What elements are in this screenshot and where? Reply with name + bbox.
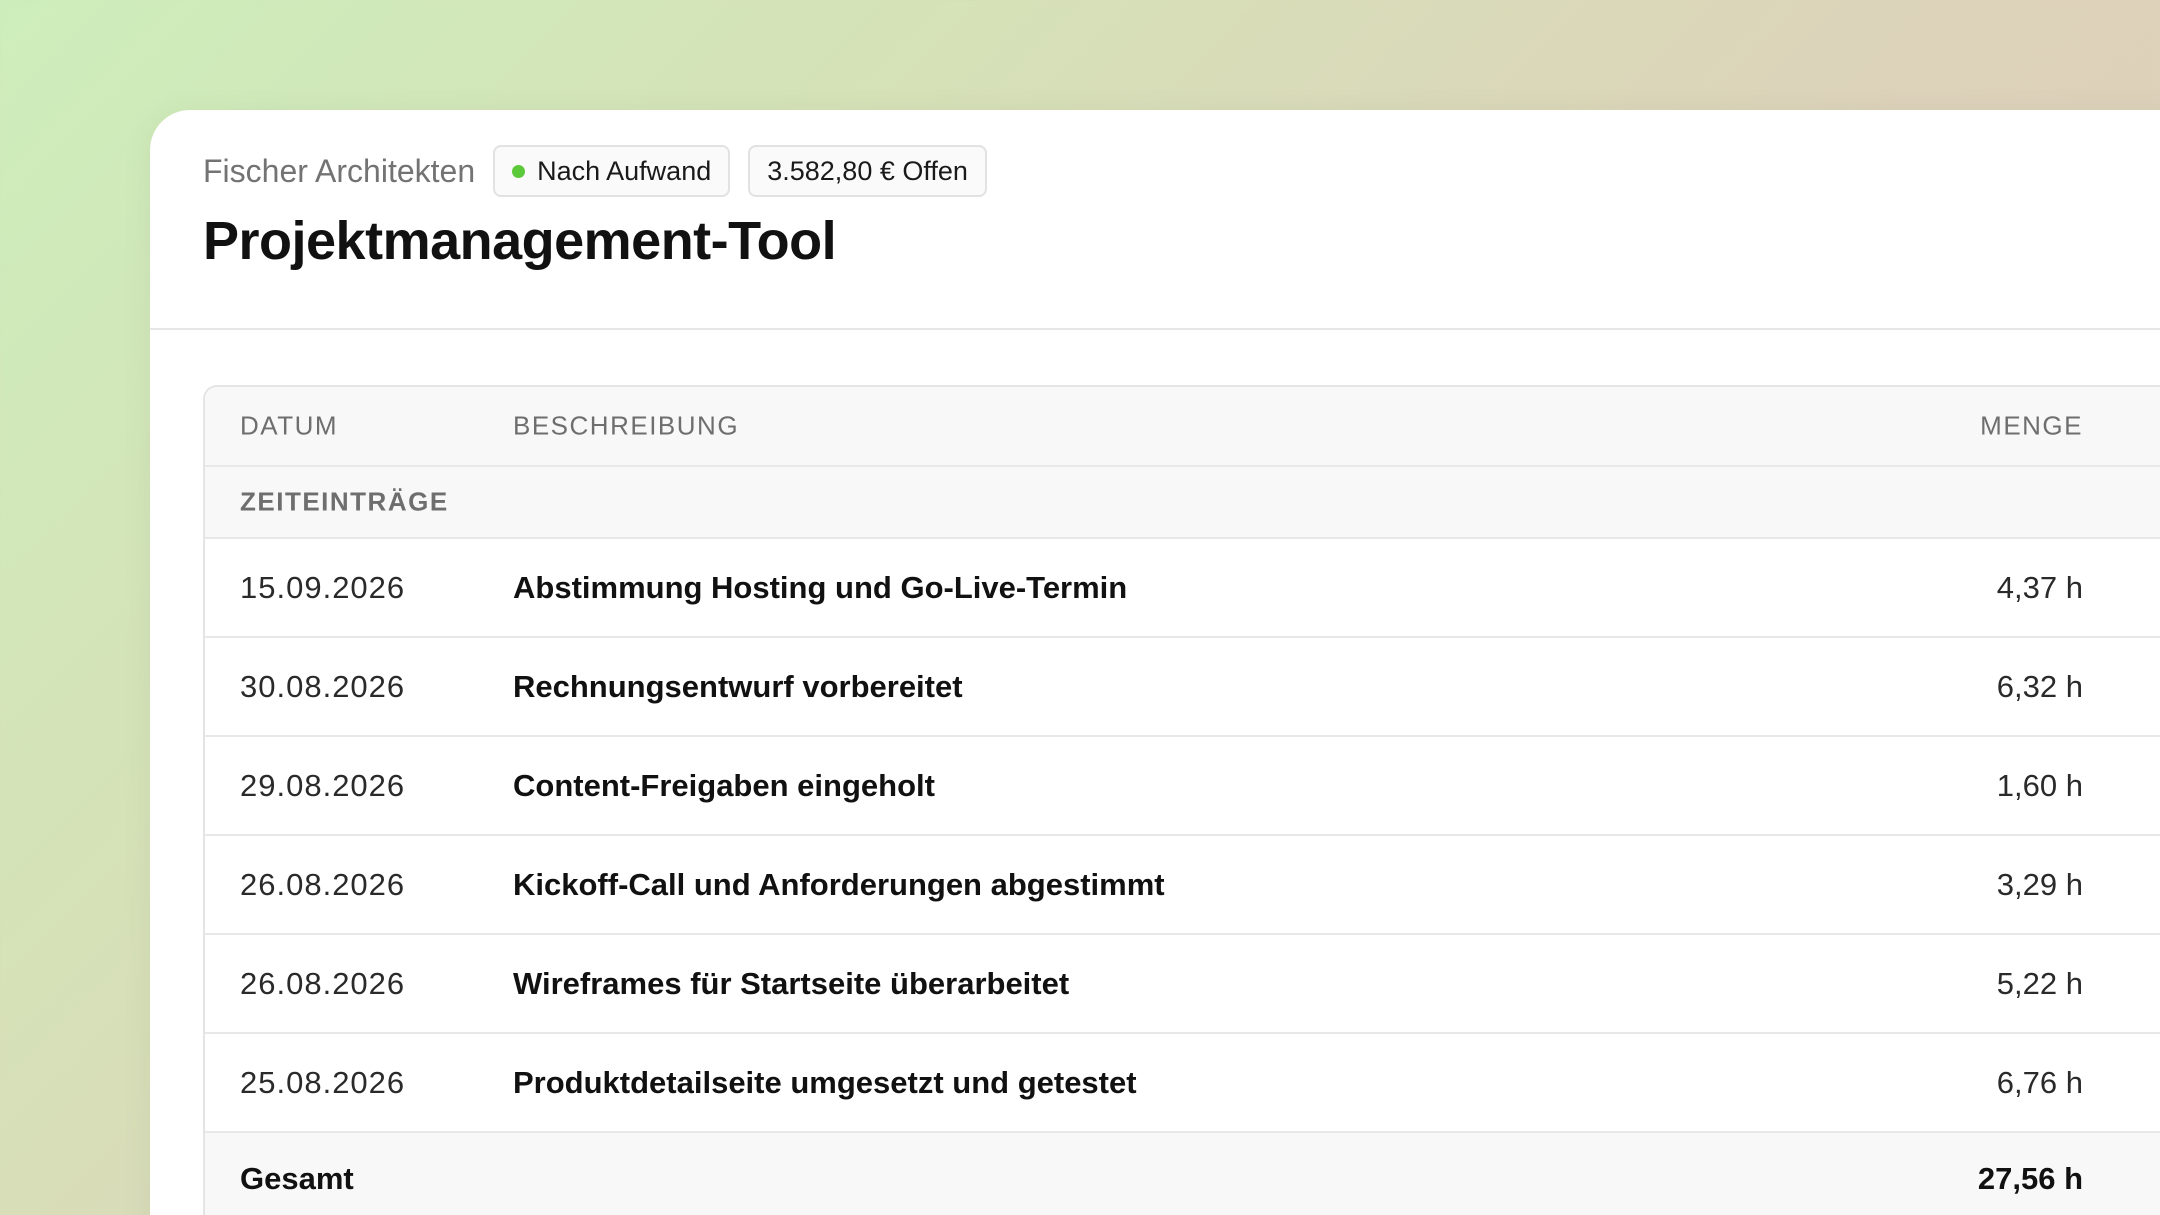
open-amount-badge[interactable]: 3.582,80 € Offen [748, 145, 987, 197]
table-row[interactable]: 26.08.2026 Kickoff-Call und Anforderunge… [205, 836, 2160, 935]
table-row[interactable]: 30.08.2026 Rechnungsentwurf vorbereitet … [205, 638, 2160, 737]
group-label: ZEITEINTRÄGE [240, 486, 449, 517]
open-amount-label: 3.582,80 € Offen [767, 155, 968, 186]
entry-quantity: 4,37 h [1996, 569, 2083, 605]
entry-quantity: 6,76 h [1996, 1064, 2083, 1100]
project-panel: Fischer Architekten Nach Aufwand 3.582,8… [150, 110, 2160, 1215]
group-row-time-entries: ZEITEINTRÄGE [205, 467, 2160, 539]
total-quantity: 27,56 h [1977, 1161, 2083, 1196]
page-title: Projektmanagement-Tool [203, 211, 837, 271]
entry-description: Kickoff-Call und Anforderungen abgestimm… [513, 866, 1165, 902]
entry-date: 29.08.2026 [240, 767, 406, 803]
table-row[interactable]: 29.08.2026 Content-Freigaben eingeholt 1… [205, 737, 2160, 836]
entry-date: 15.09.2026 [240, 569, 406, 605]
entry-quantity: 3,29 h [1996, 866, 2083, 902]
entry-quantity: 5,22 h [1996, 965, 2083, 1001]
entry-date: 25.08.2026 [240, 1064, 406, 1100]
entry-description: Rechnungsentwurf vorbereitet [513, 668, 963, 704]
entry-date: 26.08.2026 [240, 866, 406, 902]
entry-description: Wireframes für Startseite überarbeitet [513, 965, 1070, 1001]
project-header: Fischer Architekten Nach Aufwand 3.582,8… [150, 110, 2160, 330]
billing-type-label: Nach Aufwand [537, 155, 712, 186]
column-header-quantity[interactable]: MENGE [1980, 411, 2083, 442]
column-header-description[interactable]: BESCHREIBUNG [513, 411, 739, 442]
entry-description: Content-Freigaben eingeholt [513, 767, 935, 803]
table-row[interactable]: 25.08.2026 Produktdetailseite umgesetzt … [205, 1034, 2160, 1133]
table-row[interactable]: 15.09.2026 Abstimmung Hosting und Go-Liv… [205, 539, 2160, 638]
entry-description: Produktdetailseite umgesetzt und geteste… [513, 1064, 1137, 1100]
time-entries-table: DATUM BESCHREIBUNG MENGE ZEITEINTRÄGE 15… [203, 385, 2160, 1215]
table-row[interactable]: 26.08.2026 Wireframes für Startseite übe… [205, 935, 2160, 1034]
total-label: Gesamt [240, 1161, 354, 1196]
entry-date: 26.08.2026 [240, 965, 406, 1001]
entry-date: 30.08.2026 [240, 668, 406, 704]
status-dot-icon [512, 164, 526, 178]
project-meta: Fischer Architekten Nach Aufwand 3.582,8… [203, 145, 987, 197]
entry-description: Abstimmung Hosting und Go-Live-Termin [513, 569, 1128, 605]
client-name[interactable]: Fischer Architekten [203, 153, 475, 190]
table-header-row: DATUM BESCHREIBUNG MENGE [205, 387, 2160, 467]
total-row: Gesamt 27,56 h 3 [205, 1133, 2160, 1215]
column-header-date[interactable]: DATUM [240, 411, 338, 442]
entry-quantity: 6,32 h [1996, 668, 2083, 704]
entry-quantity: 1,60 h [1996, 767, 2083, 803]
billing-type-badge[interactable]: Nach Aufwand [493, 145, 731, 197]
